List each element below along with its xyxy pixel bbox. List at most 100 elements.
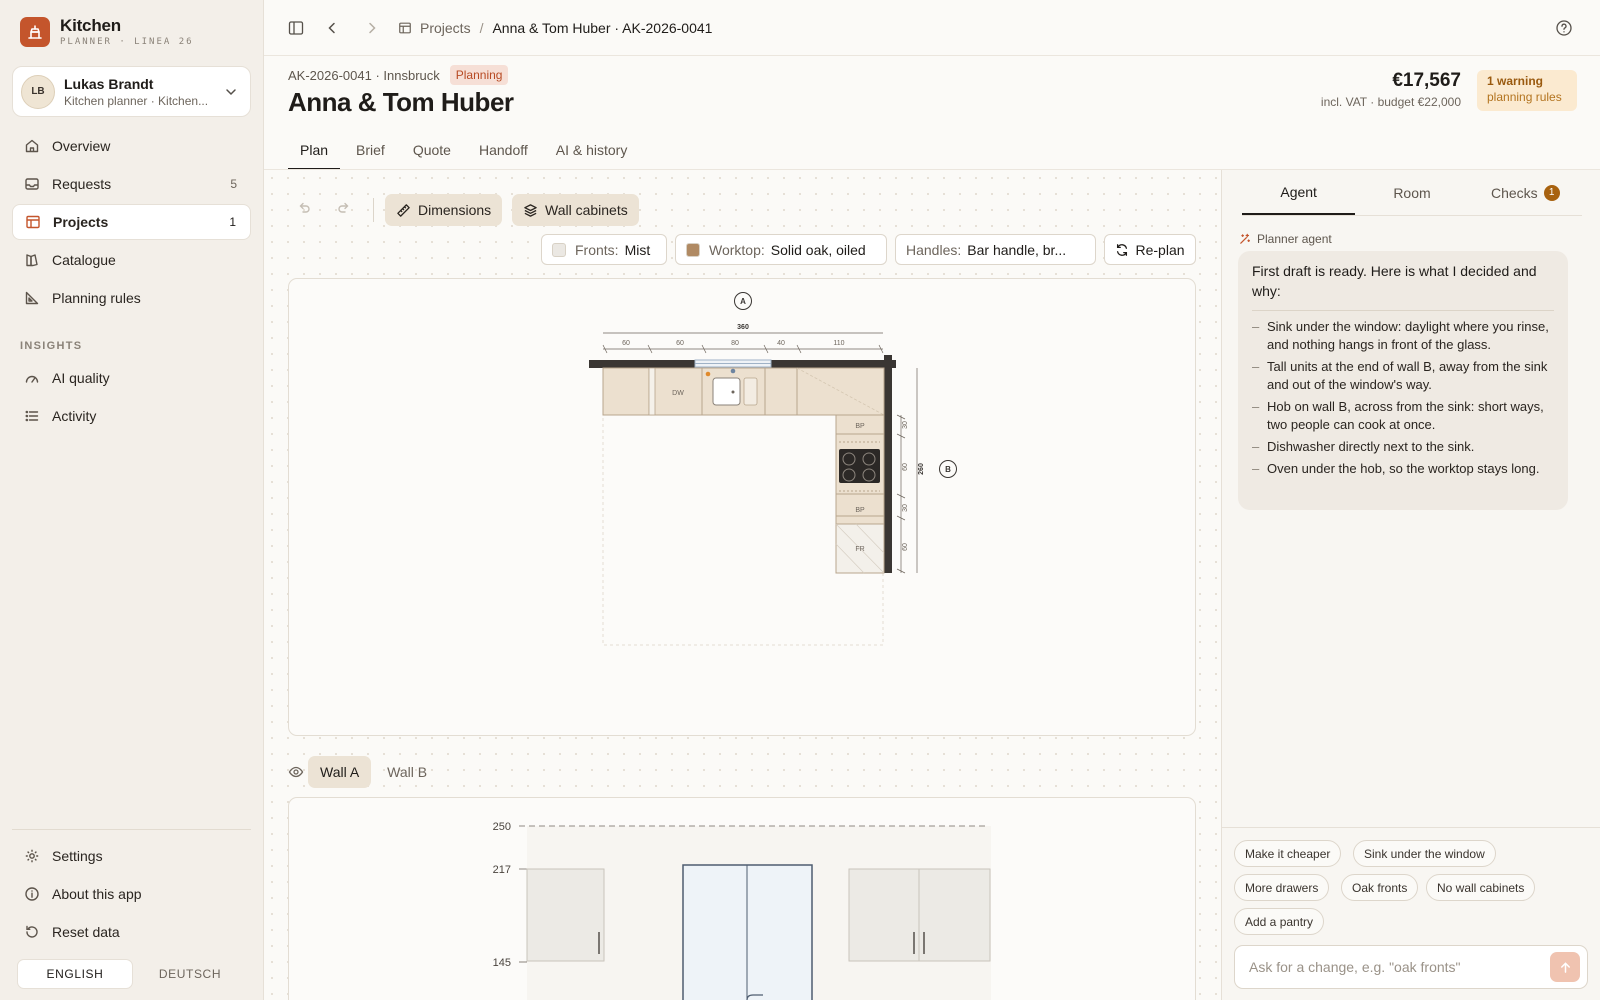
sidebar-item-catalogue[interactable]: Catalogue — [12, 242, 251, 278]
side-length-label: 260 — [918, 463, 925, 475]
language-switcher: ENGLISH DEUTSCH — [17, 959, 247, 989]
fronts-value: Mist — [624, 241, 651, 258]
project-id-location: AK-2026-0041 · Innsbruck — [288, 67, 440, 83]
checks-tab-label: Checks — [1490, 184, 1538, 201]
tab-plan[interactable]: Plan — [288, 138, 341, 170]
list-item: – Sink under the window: daylight where y… — [1252, 318, 1554, 354]
worktop-select[interactable]: Worktop: Solid oak, oiled — [675, 234, 887, 265]
worktop-value: Solid oak, oiled — [770, 241, 866, 258]
segment-width-label: 40 — [777, 340, 785, 347]
total-price: €17,567 — [1392, 70, 1461, 91]
user-switcher[interactable]: LB Lukas Brandt Kitchen planner · Kitche… — [12, 66, 251, 117]
tab-quote[interactable]: Quote — [401, 138, 463, 170]
sidebar-item-requests[interactable]: Requests 5 — [12, 166, 251, 202]
sidebar-item-ai-quality[interactable]: AI quality — [12, 360, 251, 396]
layers-icon — [523, 203, 538, 218]
sidebar-item-label: Requests — [52, 176, 112, 192]
brand[interactable]: Kitchen PLANNER · LINEA 26 — [20, 17, 194, 47]
elevation-tabs: Wall A Wall B — [288, 756, 439, 788]
sidebar-toggle-icon[interactable] — [282, 14, 310, 42]
sidebar-item-label: Catalogue — [52, 252, 116, 268]
height-label: 145 — [493, 957, 511, 969]
side-segment-label: 60 — [902, 543, 909, 551]
send-button[interactable] — [1550, 952, 1580, 982]
tab-room[interactable]: Room — [1355, 170, 1468, 215]
suggestions-divider — [1222, 827, 1600, 828]
list-item: – Dishwasher directly next to the sink. — [1252, 439, 1475, 454]
floor-plan-drawing: DW BP BP FR 360 60 60 80 40 110 30 60 30… — [589, 292, 957, 646]
handles-value: Bar handle, br... — [967, 241, 1067, 258]
back-arrow-icon[interactable] — [318, 14, 346, 42]
price-summary: €17,567 incl. VAT · budget €22,000 — [1321, 70, 1461, 109]
insights-section-label: INSIGHTS — [20, 340, 83, 352]
reason-text: Hob on wall B, across from the sink: sho… — [1267, 399, 1544, 432]
agent-message: First draft is ready. Here is what I dec… — [1238, 251, 1568, 510]
undo-icon[interactable] — [292, 196, 316, 220]
footer-nav: Settings About this app Reset data — [12, 838, 251, 952]
replan-button[interactable]: Re-plan — [1104, 234, 1196, 265]
sink — [712, 377, 741, 406]
tab-ai-history[interactable]: AI & history — [544, 138, 640, 170]
dimensions-label: Dimensions — [418, 202, 492, 218]
suggestion-chip[interactable]: No wall cabinets — [1426, 874, 1536, 901]
help-icon[interactable] — [1550, 14, 1578, 42]
toolbar-divider — [373, 198, 374, 222]
suggestion-chip[interactable]: Sink under the window — [1353, 840, 1496, 867]
side-segment-label: 30 — [902, 504, 909, 512]
warning-marker — [705, 371, 711, 377]
dishwasher-label: DW — [672, 390, 684, 397]
suggestion-chip[interactable]: Make it cheaper — [1234, 840, 1342, 867]
sidebar-item-planning-rules[interactable]: Planning rules — [12, 280, 251, 316]
worktop-label: Worktop: — [709, 241, 765, 258]
price-note: incl. VAT · budget €22,000 — [1320, 95, 1461, 109]
info-icon — [22, 884, 42, 904]
project-meta: AK-2026-0041 · Innsbruck Planning — [288, 65, 509, 85]
suggestion-chip[interactable]: Oak fronts — [1341, 874, 1419, 901]
refresh-icon — [1115, 243, 1129, 257]
tab-checks[interactable]: Checks 1 — [1469, 170, 1582, 215]
list-item: – Hob on wall B, across from the sink: sh… — [1252, 398, 1554, 434]
warning-badge[interactable]: 1 warning planning rules — [1477, 70, 1577, 111]
projects-count: 1 — [229, 215, 236, 229]
suggestion-chip[interactable]: More drawers — [1234, 874, 1330, 901]
tab-agent[interactable]: Agent — [1242, 170, 1356, 215]
eye-icon[interactable] — [288, 764, 304, 780]
elevation-drawing: 250 217 145 — [493, 821, 991, 1000]
fridge-label: FR — [855, 546, 864, 553]
sidebar-item-label: Activity — [52, 408, 97, 424]
tab-wall-b[interactable]: Wall B — [375, 756, 439, 788]
suggestion-chip[interactable]: Add a pantry — [1234, 908, 1325, 935]
dimensions-toggle[interactable]: Dimensions — [385, 194, 503, 226]
breadcrumb-projects-link[interactable]: Projects — [420, 20, 471, 36]
sidebar-item-projects[interactable]: Projects 1 — [12, 204, 251, 240]
total-width-label: 360 — [737, 324, 749, 331]
sparkle-icon — [1238, 233, 1251, 246]
tab-handoff[interactable]: Handoff — [467, 138, 540, 170]
sidebar-item-overview[interactable]: Overview — [12, 128, 251, 164]
redo-icon[interactable] — [332, 196, 356, 220]
filler-bottom-label: BP — [855, 507, 865, 514]
segment-width-label: 60 — [676, 340, 684, 347]
checks-count-badge: 1 — [1543, 184, 1560, 201]
sidebar-item-activity[interactable]: Activity — [12, 398, 251, 434]
wall-cabinets-toggle[interactable]: Wall cabinets — [512, 194, 639, 226]
fronts-select[interactable]: Fronts: Mist — [541, 234, 667, 265]
handles-select[interactable]: Handles: Bar handle, br... — [895, 234, 1096, 265]
forward-arrow-icon[interactable] — [358, 14, 386, 42]
handles-label: Handles: — [906, 241, 962, 258]
message-input[interactable] — [1236, 947, 1536, 987]
language-english-button[interactable]: ENGLISH — [17, 959, 133, 989]
layout-icon — [23, 212, 43, 232]
sidebar-item-label: AI quality — [52, 370, 110, 386]
tab-wall-a[interactable]: Wall A — [308, 756, 372, 788]
wall-cabinets-label: Wall cabinets — [545, 202, 628, 218]
sidebar-item-reset-data[interactable]: Reset data — [12, 914, 251, 950]
sidebar-item-label: Projects — [53, 214, 109, 230]
insights-nav: AI quality Activity — [12, 360, 251, 436]
tab-brief[interactable]: Brief — [344, 138, 397, 170]
sidebar-item-settings[interactable]: Settings — [12, 838, 251, 874]
catalogue-icon — [22, 250, 42, 270]
app-subtitle: PLANNER · LINEA 26 — [60, 37, 194, 47]
sidebar-item-about[interactable]: About this app — [12, 876, 251, 912]
language-deutsch-button[interactable]: DEUTSCH — [133, 959, 247, 989]
